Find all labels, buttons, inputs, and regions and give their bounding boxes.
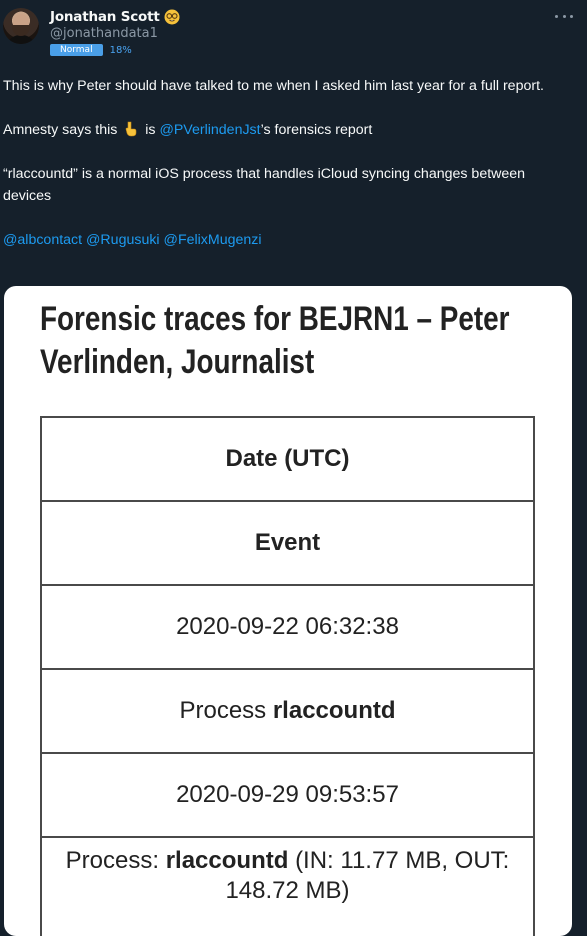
author-display-name[interactable]: Jonathan Scott <box>50 9 160 25</box>
event-process: rlaccountd <box>165 847 289 874</box>
tweet-line-3: “rlaccountd” is a normal iOS process tha… <box>3 166 526 204</box>
table-cell-event: Process rlaccountd <box>40 670 535 754</box>
tweet-line-2-before: Amnesty says this <box>3 122 118 138</box>
event-prefix: Process: <box>65 847 160 874</box>
nerd-face-emoji-icon <box>164 9 180 25</box>
badge-row: Normal 18% <box>50 44 132 56</box>
tweet-mentions: @albcontact @Rugusuki @FelixMugenzi <box>3 229 573 251</box>
table-cell-date: 2020-09-22 06:32:38 <box>40 586 535 670</box>
percent-label: 18% <box>109 44 132 56</box>
mention-link-pverlindenjst[interactable]: @PVerlindenJst <box>159 122 260 138</box>
status-badge: Normal <box>50 44 103 56</box>
tweet-line-2: Amnesty says this is @PVerlindenJst’s fo… <box>3 119 573 141</box>
tweet-line-2-after: ’s forensics report <box>260 122 373 138</box>
table-header-event: Event <box>40 502 535 586</box>
more-options-icon[interactable] <box>555 8 573 24</box>
avatar[interactable] <box>3 8 39 44</box>
mention-link[interactable]: @albcontact <box>3 232 82 248</box>
author-name-row[interactable]: Jonathan Scott <box>50 7 180 27</box>
tweet-media-image[interactable]: Forensic traces for BEJRN1 – Peter Verli… <box>4 286 572 936</box>
tweet-line-2-is: is <box>145 122 156 138</box>
tweet-header: Jonathan Scott @jonathandata1 Normal 18% <box>0 0 587 70</box>
mention-link[interactable]: @Rugusuki <box>86 232 160 248</box>
document-title: Forensic traces for BEJRN1 – Peter Verli… <box>40 300 510 381</box>
forensic-table: Date (UTC) Event 2020-09-22 06:32:38 Pro… <box>40 416 535 936</box>
table-cell-event: Process: rlaccountd (IN: 11.77 MB, OUT: … <box>40 838 535 936</box>
tweet-line-1: This is why Peter should have talked to … <box>3 78 544 94</box>
author-handle[interactable]: @jonathandata1 <box>50 26 158 41</box>
pointing-down-emoji-icon <box>125 121 137 137</box>
tweet-text: This is why Peter should have talked to … <box>3 75 573 251</box>
event-process: rlaccountd <box>272 697 396 724</box>
table-header-date: Date (UTC) <box>40 418 535 502</box>
mention-link[interactable]: @FelixMugenzi <box>164 232 262 248</box>
table-cell-date: 2020-09-29 09:53:57 <box>40 754 535 838</box>
event-prefix: Process <box>179 697 267 724</box>
